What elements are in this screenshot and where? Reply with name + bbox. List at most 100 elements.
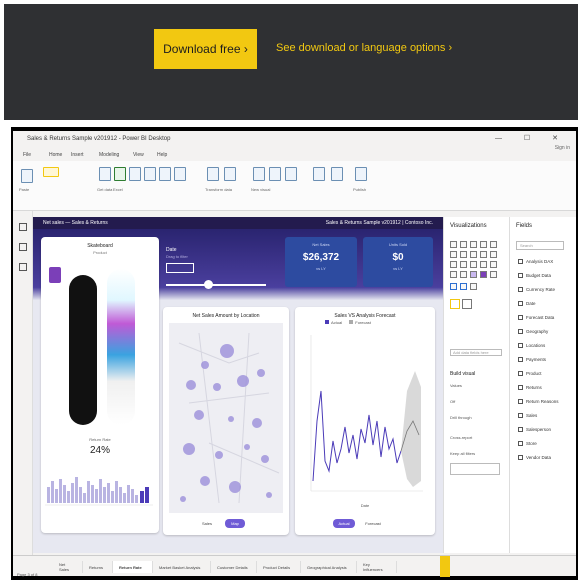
drill-through-field[interactable] bbox=[450, 463, 500, 475]
waterfall-icon[interactable] bbox=[470, 251, 477, 258]
location-map[interactable] bbox=[169, 323, 283, 513]
off-toggle-label[interactable]: Off bbox=[450, 399, 455, 404]
field-table-item[interactable]: Locations bbox=[518, 343, 545, 349]
transform-icon[interactable] bbox=[207, 167, 219, 181]
date-slicer-thumb[interactable] bbox=[204, 280, 213, 289]
menu-home[interactable]: Home bbox=[49, 152, 62, 158]
page-tab[interactable]: Net Sales bbox=[53, 561, 83, 573]
window-title: Sales & Returns Sample v201912 - Power B… bbox=[27, 136, 171, 142]
menu-file[interactable]: File bbox=[23, 152, 31, 158]
menu-insert[interactable]: Insert bbox=[71, 152, 84, 158]
power-bi-app: Sales & Returns Sample v201912 - Power B… bbox=[13, 131, 576, 576]
field-table-item[interactable]: Return Reasons bbox=[518, 399, 559, 405]
map-icon[interactable] bbox=[480, 261, 487, 268]
page-tab[interactable]: Product Details bbox=[257, 561, 301, 573]
clustered-column-icon[interactable] bbox=[480, 241, 487, 248]
more-visuals-icon[interactable] bbox=[285, 167, 297, 181]
measure-icon[interactable] bbox=[313, 167, 325, 181]
custom-visual-icon[interactable] bbox=[480, 271, 487, 278]
forecast-chip-actual[interactable]: Actual bbox=[333, 519, 355, 528]
gauge-icon[interactable] bbox=[450, 271, 457, 278]
field-table-item[interactable]: Store bbox=[518, 441, 537, 447]
forecast-chip-forecast[interactable]: Forecast bbox=[361, 519, 385, 528]
pie-icon[interactable] bbox=[450, 261, 457, 268]
date-slicer-track[interactable] bbox=[166, 284, 266, 286]
kpi-net-sales[interactable]: Net Sales $26,372 vs LY bbox=[285, 237, 357, 287]
download-free-button[interactable]: Download free › bbox=[154, 29, 257, 69]
data-view-icon[interactable] bbox=[19, 243, 27, 251]
forecast-title: Sales VS Analysis Forecast bbox=[334, 313, 396, 319]
menu-view[interactable]: View bbox=[133, 152, 144, 158]
model-view-icon[interactable] bbox=[19, 263, 27, 271]
funnel-icon[interactable] bbox=[480, 251, 487, 258]
product-card[interactable]: Skateboard Product Return Rate 24% bbox=[41, 237, 159, 533]
publish-icon[interactable] bbox=[355, 167, 367, 181]
paste-icon[interactable] bbox=[21, 169, 33, 183]
field-table-item[interactable]: Vendor Data bbox=[518, 455, 551, 461]
menu-help[interactable]: Help bbox=[157, 152, 167, 158]
page-tab[interactable]: Key Influencers bbox=[357, 561, 397, 573]
recent-icon[interactable] bbox=[174, 167, 186, 181]
page-tab[interactable]: Market Basket Analysis bbox=[153, 561, 211, 573]
text-box-icon[interactable] bbox=[269, 167, 281, 181]
new-visual-icon[interactable] bbox=[253, 167, 265, 181]
area-chart-icon[interactable] bbox=[450, 251, 457, 258]
filled-map-icon[interactable] bbox=[490, 261, 497, 268]
format-icon[interactable] bbox=[462, 299, 472, 309]
report-header-left: Net sales — Sales & Returns bbox=[43, 220, 108, 226]
field-table-item[interactable]: Salesperson bbox=[518, 427, 551, 433]
forecast-line-chart[interactable] bbox=[303, 331, 427, 501]
table-icon[interactable] bbox=[490, 271, 497, 278]
field-table-item[interactable]: Payments bbox=[518, 357, 546, 363]
python-visual-icon[interactable] bbox=[450, 283, 457, 290]
field-table-item[interactable]: Returns bbox=[518, 385, 542, 391]
kpi-units[interactable]: Units Sold $0 vs LY bbox=[363, 237, 433, 287]
field-table-item[interactable]: Budget Data bbox=[518, 273, 551, 279]
page-tab[interactable]: Customer Details bbox=[211, 561, 257, 573]
clustered-bar-icon[interactable] bbox=[470, 241, 477, 248]
donut-icon[interactable] bbox=[460, 261, 467, 268]
keep-filters-toggle[interactable]: Keep all filters bbox=[450, 451, 475, 456]
more-visuals-pane-icon[interactable] bbox=[470, 283, 477, 290]
page-tab[interactable]: Return Rate bbox=[113, 561, 153, 573]
dataset-icon[interactable] bbox=[129, 167, 141, 181]
r-visual-icon[interactable] bbox=[460, 283, 467, 290]
page-tab[interactable]: Geographical Analysis bbox=[301, 561, 357, 573]
map-card[interactable]: Net Sales Amount by Location Sales Map bbox=[163, 307, 289, 535]
field-table-item[interactable]: Sales bbox=[518, 413, 537, 419]
excel-icon[interactable] bbox=[114, 167, 126, 181]
forecast-card[interactable]: Sales VS Analysis Forecast Actual Foreca… bbox=[295, 307, 435, 535]
window-controls[interactable]: — ☐ ✕ bbox=[495, 134, 568, 142]
field-table-item[interactable]: Analysis DAX bbox=[518, 259, 553, 265]
field-table-item[interactable]: Forecast Data bbox=[518, 315, 554, 321]
menu-modeling[interactable]: Modeling bbox=[99, 152, 119, 158]
get-data-icon[interactable] bbox=[99, 167, 111, 181]
stacked-column-icon[interactable] bbox=[460, 241, 467, 248]
ribbon-chart-icon[interactable] bbox=[460, 251, 467, 258]
fields-well-icon[interactable] bbox=[450, 299, 460, 309]
map-chip-sales[interactable]: Sales bbox=[197, 519, 217, 528]
enter-data-icon[interactable] bbox=[159, 167, 171, 181]
values-well[interactable]: Add data fields here bbox=[450, 349, 502, 356]
kpi-icon[interactable] bbox=[470, 271, 477, 278]
treemap-icon[interactable] bbox=[470, 261, 477, 268]
report-view-icon[interactable] bbox=[19, 223, 27, 231]
sql-icon[interactable] bbox=[144, 167, 156, 181]
field-table-label: Product bbox=[526, 371, 542, 376]
quick-measure-icon[interactable] bbox=[331, 167, 343, 181]
field-table-item[interactable]: Currency Rate bbox=[518, 287, 555, 293]
scatter-icon[interactable] bbox=[490, 251, 497, 258]
add-page-button[interactable] bbox=[440, 556, 450, 577]
date-slicer-input[interactable] bbox=[166, 263, 194, 273]
download-options-link[interactable]: See download or language options › bbox=[276, 42, 452, 54]
field-table-item[interactable]: Product bbox=[518, 371, 542, 377]
field-table-item[interactable]: Geography bbox=[518, 329, 548, 335]
stacked-bar-icon[interactable] bbox=[450, 241, 457, 248]
refresh-icon[interactable] bbox=[224, 167, 236, 181]
map-chip-map[interactable]: Map bbox=[225, 519, 245, 528]
page-tab[interactable]: Returns bbox=[83, 561, 113, 573]
fields-search-input[interactable]: Search bbox=[516, 241, 564, 250]
card-icon[interactable] bbox=[460, 271, 467, 278]
field-table-item[interactable]: Date bbox=[518, 301, 536, 307]
line-chart-icon[interactable] bbox=[490, 241, 497, 248]
